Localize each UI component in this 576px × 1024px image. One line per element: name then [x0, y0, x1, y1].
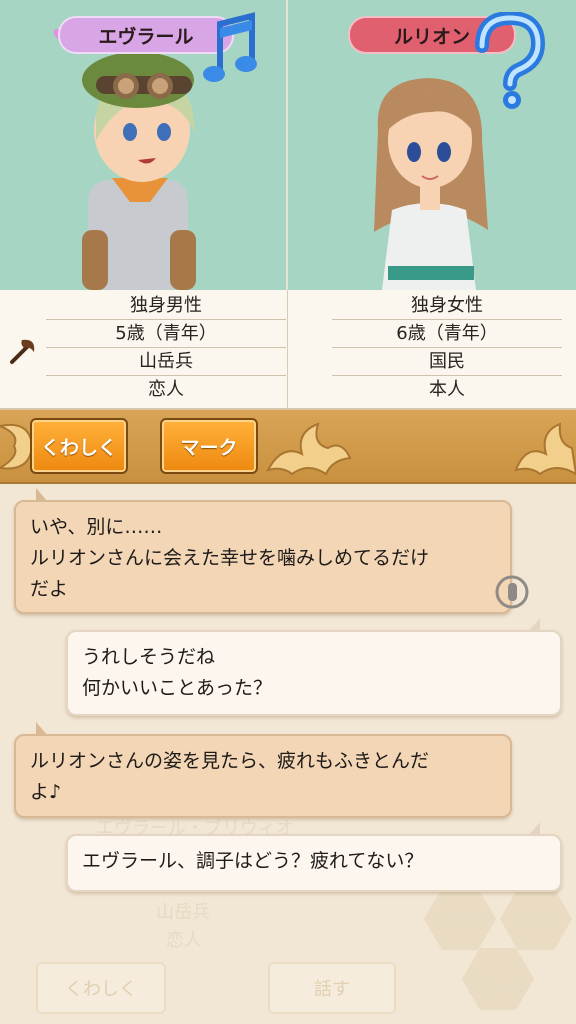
profile-status-left: 独身男性	[46, 292, 286, 320]
chat-line: エヴラール、調子はどう？疲れてない？	[82, 850, 424, 872]
action-bar: くわしく マーク	[0, 410, 576, 484]
axe-icon	[10, 339, 35, 364]
profile-age-right: 6歳（青年）	[332, 320, 562, 348]
ornament-center	[265, 422, 352, 476]
chat-bubble-right: うれしそうだね 何かいいことあった？	[66, 618, 562, 716]
bg-menu-guide: ガイド	[512, 913, 554, 929]
portrait-right: ルリオン	[288, 0, 576, 290]
profile-age-left: 5歳（青年）	[46, 320, 286, 348]
character-name-left: エヴラール	[98, 25, 194, 48]
bubble-tail	[36, 488, 48, 502]
chat-line: うれしそうだね	[82, 646, 216, 668]
profile-right: 独身女性 6歳（青年） 国民 本人	[288, 290, 576, 408]
chat-line: 何かいいことあった？	[82, 677, 273, 699]
portrait-left: ♥ エヴラール	[0, 0, 288, 290]
question-mark-icon	[475, 12, 546, 109]
chat-line: だよ	[30, 578, 69, 600]
profile-relation-right: 本人	[429, 379, 465, 400]
chat-line: いや、別に……	[30, 516, 163, 538]
portrait-area: ♥ エヴラール ルリオン	[0, 0, 576, 290]
profile-status-right: 独身女性	[332, 292, 562, 320]
profile-job-left: 山岳兵	[46, 348, 286, 376]
bg-details-button: くわしく	[36, 962, 166, 1014]
chat-line: よ♪	[30, 781, 62, 803]
profile-job-right: 国民	[332, 348, 562, 376]
chat-bubble-left: ルリオンさんの姿を見たら、疲れもふきとんだ よ♪	[14, 722, 512, 818]
chat-line: ルリオンさんの姿を見たら、疲れもふきとんだ	[30, 750, 430, 772]
profile-left: 独身男性 5歳（青年） 山岳兵 恋人	[0, 290, 288, 408]
character-name-right: ルリオン	[393, 25, 470, 48]
profile-panel: 独身男性 5歳（青年） 山岳兵 恋人 独身女性 6歳（青年） 国民 本人	[0, 290, 576, 410]
bg-menu-friends: 交友関係	[430, 913, 486, 929]
bubble-tail	[528, 618, 540, 632]
ornament-right	[514, 422, 576, 476]
bg-relation: 恋人	[166, 930, 202, 951]
chat-bubble-right: エヴラール、調子はどう？疲れてない？	[66, 822, 562, 892]
bg-job: 山岳兵	[156, 902, 210, 923]
bubble-tail	[528, 822, 540, 836]
bg-talk-button: 話す	[268, 962, 396, 1014]
profile-relation-left: 恋人	[148, 379, 184, 400]
music-note-icon	[203, 12, 257, 82]
mark-button[interactable]: マーク	[160, 418, 258, 474]
bubble-tail	[36, 722, 48, 736]
tap-icon[interactable]	[494, 574, 530, 610]
chat-bubble-left: いや、別に…… ルリオンさんに会えた幸せを噛みしめてるだけ だよ	[14, 488, 512, 614]
details-button[interactable]: くわしく	[30, 418, 128, 474]
bg-menu-kingdom: 王国情報	[468, 981, 524, 997]
conversation-area: エヴラール・ブリウィオ 山岳兵 恋人 くわしく 話す 交友関係 ガイド 王国情報…	[0, 484, 576, 1024]
chat-line: ルリオンさんに会えた幸せを噛みしめてるだけ	[30, 547, 430, 569]
